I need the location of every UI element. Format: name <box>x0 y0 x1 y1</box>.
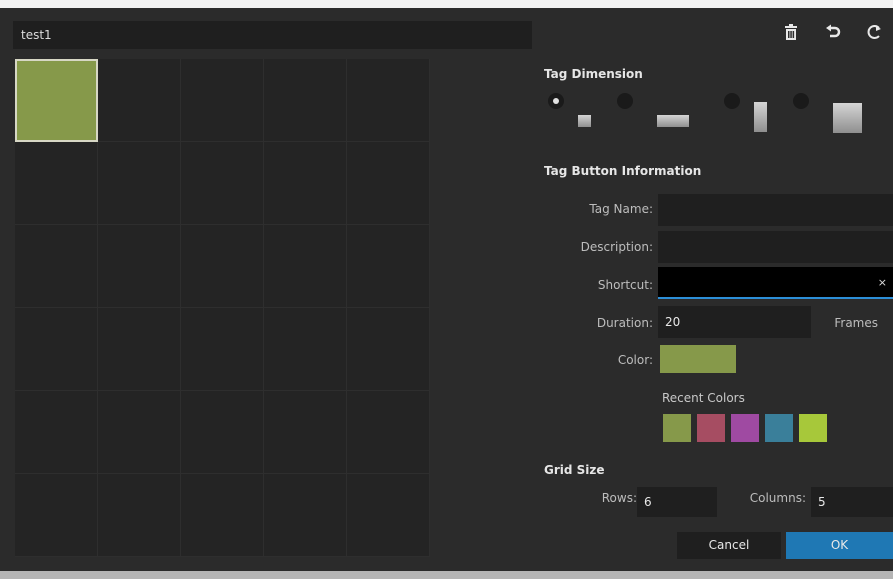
grid-cell[interactable] <box>15 474 98 557</box>
recent-color-swatch[interactable] <box>765 414 793 442</box>
description-input[interactable] <box>658 231 893 263</box>
tag-name-label: Tag Name: <box>589 202 653 216</box>
redo-icon[interactable] <box>863 24 885 46</box>
recent-color-swatch[interactable] <box>731 414 759 442</box>
grid-cell[interactable] <box>264 391 347 474</box>
shortcut-input[interactable]: × <box>658 267 893 299</box>
grid-cell[interactable] <box>98 59 181 142</box>
color-label: Color: <box>617 353 653 367</box>
columns-label: Columns: <box>749 491 806 505</box>
grid-cell[interactable] <box>15 391 98 474</box>
grid-cell[interactable] <box>347 391 430 474</box>
grid-cell[interactable] <box>15 225 98 308</box>
window-bottom-edge <box>0 571 893 579</box>
grid-cell[interactable] <box>98 308 181 391</box>
dimension-small-icon <box>578 115 591 127</box>
dimension-large-icon <box>833 103 862 133</box>
dimension-radio-large[interactable] <box>793 93 809 109</box>
grid-cell[interactable] <box>264 59 347 142</box>
grid-cell[interactable] <box>15 142 98 225</box>
grid-cell[interactable] <box>347 308 430 391</box>
grid-cell[interactable] <box>98 474 181 557</box>
rows-input[interactable] <box>637 487 717 517</box>
tag-button-information-title: Tag Button Information <box>544 164 702 178</box>
panel-title: test1 <box>13 21 532 49</box>
description-label: Description: <box>580 240 653 254</box>
tag-button-cell[interactable] <box>15 59 98 142</box>
ok-button[interactable]: OK <box>786 532 893 559</box>
cancel-button[interactable]: Cancel <box>677 532 781 559</box>
dimension-radio-small[interactable] <box>548 93 564 109</box>
trash-icon[interactable] <box>780 24 802 46</box>
columns-input[interactable] <box>811 487 893 517</box>
recent-colors-label: Recent Colors <box>662 391 745 405</box>
grid-cell[interactable] <box>264 225 347 308</box>
dimension-radio-tall[interactable] <box>724 93 740 109</box>
clear-shortcut-icon[interactable]: × <box>878 276 887 289</box>
grid-cell[interactable] <box>181 142 264 225</box>
grid-cell[interactable] <box>181 225 264 308</box>
recent-color-swatch[interactable] <box>663 414 691 442</box>
undo-icon[interactable] <box>822 24 844 46</box>
grid-cell[interactable] <box>98 142 181 225</box>
tag-dimension-title: Tag Dimension <box>544 67 643 81</box>
recent-color-swatch[interactable] <box>799 414 827 442</box>
grid-cell[interactable] <box>181 308 264 391</box>
duration-unit-label: Frames <box>834 316 878 330</box>
grid-cell[interactable] <box>98 225 181 308</box>
rows-label: Rows: <box>601 491 637 505</box>
grid-cell[interactable] <box>264 308 347 391</box>
grid-cell[interactable] <box>181 474 264 557</box>
grid-cell[interactable] <box>15 308 98 391</box>
dimension-tall-icon <box>754 102 767 132</box>
tag-grid <box>15 59 430 557</box>
dimension-wide-icon <box>657 115 689 127</box>
grid-cell[interactable] <box>181 59 264 142</box>
grid-cell[interactable] <box>347 225 430 308</box>
dimension-radio-wide[interactable] <box>617 93 633 109</box>
grid-size-title: Grid Size <box>544 463 605 477</box>
grid-cell[interactable] <box>347 142 430 225</box>
tag-name-input[interactable] <box>658 194 893 226</box>
recent-color-swatch[interactable] <box>697 414 725 442</box>
grid-cell[interactable] <box>98 391 181 474</box>
duration-input[interactable] <box>658 306 811 338</box>
window-top-edge <box>0 0 893 8</box>
shortcut-label: Shortcut: <box>597 278 653 292</box>
grid-cell[interactable] <box>347 474 430 557</box>
grid-cell[interactable] <box>347 59 430 142</box>
color-picker-swatch[interactable] <box>660 345 736 373</box>
grid-cell[interactable] <box>264 474 347 557</box>
grid-cell[interactable] <box>264 142 347 225</box>
duration-label: Duration: <box>596 316 653 330</box>
grid-cell[interactable] <box>181 391 264 474</box>
